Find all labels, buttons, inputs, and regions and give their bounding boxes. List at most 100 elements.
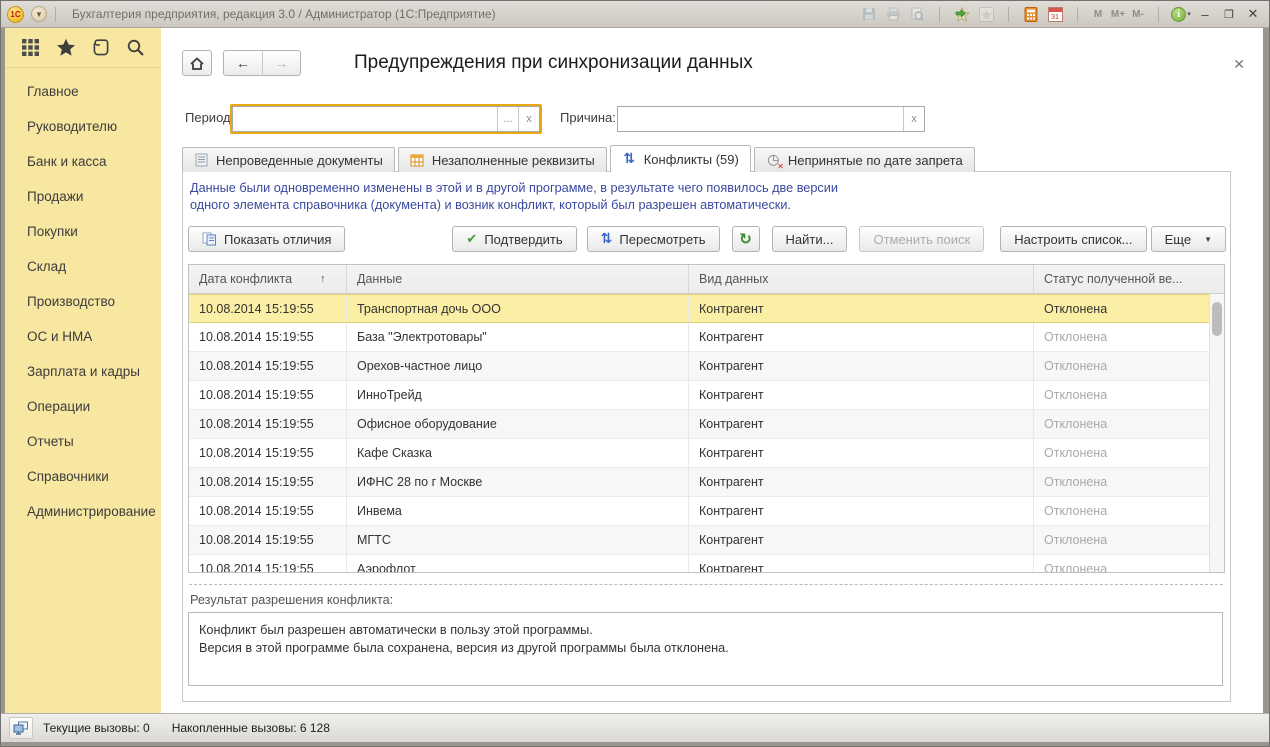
title-bar: 1С ▼ Бухгалтерия предприятия, редакция 3… (1, 1, 1269, 28)
table-row[interactable]: 10.08.2014 15:19:55 База "Электротовары"… (189, 323, 1224, 352)
column-header-type[interactable]: Вид данных (689, 265, 1034, 293)
favorites-icon (976, 5, 996, 23)
cell-status: Отклонена (1034, 555, 1224, 573)
period-input[interactable] (233, 107, 497, 131)
separator (1008, 7, 1009, 22)
table-row[interactable]: 10.08.2014 15:19:55 МГТС Контрагент Откл… (189, 526, 1224, 555)
cell-data: Орехов-частное лицо (347, 352, 689, 380)
sidebar-item-otchety[interactable]: Отчеты (5, 424, 161, 459)
conflicts-panel: Данные были одновременно изменены в этой… (182, 171, 1231, 702)
accumulated-calls-text: Накопленные вызовы: 6 128 (172, 721, 330, 735)
table-row[interactable]: 10.08.2014 15:19:55 Орехов-частное лицо … (189, 352, 1224, 381)
table-row[interactable]: 10.08.2014 15:19:55 Транспортная дочь ОО… (189, 294, 1224, 323)
sidebar-item-administrirovanie[interactable]: Администрирование (5, 494, 161, 529)
sidebar-item-glavnoe[interactable]: Главное (5, 74, 161, 109)
favorites-star-icon[interactable] (53, 35, 79, 61)
sidebar-item-operacii[interactable]: Операции (5, 389, 161, 424)
add-to-favorites-icon[interactable] (952, 5, 972, 23)
info-button[interactable]: i ▾ (1171, 5, 1191, 23)
close-window-button[interactable]: ✕ (1243, 5, 1263, 23)
search-icon[interactable] (123, 35, 149, 61)
back-button[interactable]: ← (224, 51, 262, 75)
sidebar-item-pokupki[interactable]: Покупки (5, 214, 161, 249)
home-button[interactable] (182, 50, 212, 76)
cell-status: Отклонена (1034, 526, 1224, 554)
cell-type: Контрагент (689, 468, 1034, 496)
cancel-search-button: Отменить поиск (859, 226, 984, 252)
window-title: Бухгалтерия предприятия, редакция 3.0 / … (72, 7, 859, 21)
cell-status: Отклонена (1034, 352, 1224, 380)
period-more-button[interactable]: ... (497, 107, 518, 131)
table-row[interactable]: 10.08.2014 15:19:55 ИФНС 28 по г Москве … (189, 468, 1224, 497)
maximize-button[interactable]: ❐ (1219, 5, 1239, 23)
reason-clear-button[interactable]: x (903, 107, 924, 131)
cell-status: Отклонена (1034, 381, 1224, 409)
cell-data: Кафе Сказка (347, 439, 689, 467)
cell-data: ИнноТрейд (347, 381, 689, 409)
table-row[interactable]: 10.08.2014 15:19:55 Кафе Сказка Контраге… (189, 439, 1224, 468)
separator (939, 7, 940, 22)
sections-menu: Главное Руководителю Банк и касса Продаж… (5, 68, 161, 529)
tab-unfilled-attributes[interactable]: Незаполненные реквизиты (398, 147, 607, 172)
column-header-date[interactable]: Дата конфликта ↑ (189, 265, 347, 293)
column-header-data[interactable]: Данные (347, 265, 689, 293)
scrollbar-thumb[interactable] (1212, 302, 1222, 336)
cell-type: Контрагент (689, 410, 1034, 438)
server-calls-icon[interactable] (9, 717, 33, 739)
sidebar-item-proizvodstvo[interactable]: Производство (5, 284, 161, 319)
find-button[interactable]: Найти... (772, 226, 848, 252)
reason-label: Причина: (560, 110, 616, 125)
menu-grid-icon[interactable] (18, 35, 44, 61)
cell-type: Контрагент (689, 497, 1034, 525)
conflict-result-box: Конфликт был разрешен автоматически в по… (188, 612, 1223, 686)
table-row-partial[interactable]: 10.08.2014 15:19:55 Аэрофлот Контрагент … (189, 555, 1224, 573)
current-calls-text: Текущие вызовы: 0 (43, 721, 150, 735)
history-icon[interactable] (88, 35, 114, 61)
sidebar-item-prodazhi[interactable]: Продажи (5, 179, 161, 214)
more-button[interactable]: Еще ▼ (1151, 226, 1226, 252)
period-focus-ring: ... x (230, 104, 542, 134)
system-menu-button[interactable]: ▼ (31, 6, 47, 22)
caret-down-icon: ▾ (1187, 10, 1191, 18)
sort-ascending-icon: ↑ (320, 273, 326, 285)
calendar-icon[interactable]: 31 (1045, 5, 1065, 23)
filter-row: Период: ... x Причина: x (161, 104, 1263, 134)
configure-list-button[interactable]: Настроить список... (1000, 226, 1146, 252)
cell-date: 10.08.2014 15:19:55 (189, 555, 347, 573)
reason-input[interactable] (618, 107, 903, 131)
cell-date: 10.08.2014 15:19:55 (189, 468, 347, 496)
column-header-status[interactable]: Статус полученной ве... (1034, 265, 1224, 293)
period-label: Период: (185, 110, 234, 125)
memory-m-plus-button: M+ (1110, 9, 1126, 20)
document-icon (194, 153, 209, 168)
page-title: Предупреждения при синхронизации данных (354, 52, 753, 74)
calculator-icon[interactable] (1021, 5, 1041, 23)
close-form-icon[interactable]: ✕ (1233, 56, 1245, 73)
tab-rejected-by-date[interactable]: ◷ ✕ Непринятые по дате запрета (754, 147, 975, 172)
cell-date: 10.08.2014 15:19:55 (189, 410, 347, 438)
navigation-row: ← → (182, 50, 301, 76)
tab-conflicts[interactable]: ⇅ Конфликты (59) (610, 145, 751, 172)
vertical-scrollbar[interactable] (1209, 294, 1224, 572)
sidebar-item-bank-i-kassa[interactable]: Банк и касса (5, 144, 161, 179)
minimize-button[interactable]: – (1195, 5, 1215, 23)
revise-button[interactable]: ⇅ Пересмотреть (587, 226, 720, 252)
conflict-description: Данные были одновременно изменены в этой… (190, 180, 838, 214)
sidebar-item-rukovoditelyu[interactable]: Руководителю (5, 109, 161, 144)
period-clear-button[interactable]: x (518, 107, 539, 131)
button-label: Отменить поиск (873, 232, 970, 247)
sidebar-item-os-i-nma[interactable]: ОС и НМА (5, 319, 161, 354)
sidebar-item-spravochniki[interactable]: Справочники (5, 459, 161, 494)
table-row[interactable]: 10.08.2014 15:19:55 Офисное оборудование… (189, 410, 1224, 439)
sidebar-item-zarplata-i-kadry[interactable]: Зарплата и кадры (5, 354, 161, 389)
forward-button[interactable]: → (262, 51, 300, 75)
tab-unposted-documents[interactable]: Непроведенные документы (182, 147, 395, 172)
confirm-button[interactable]: ✔ Подтвердить (452, 226, 576, 252)
table-row[interactable]: 10.08.2014 15:19:55 ИнноТрейд Контрагент… (189, 381, 1224, 410)
titlebar-toolbar: 31 M M+ M- i ▾ – ❐ ✕ (859, 5, 1263, 23)
show-differences-button[interactable]: Показать отличия (188, 226, 345, 252)
table-row[interactable]: 10.08.2014 15:19:55 Инвема Контрагент От… (189, 497, 1224, 526)
refresh-button[interactable]: ↻ (732, 226, 760, 252)
cell-date: 10.08.2014 15:19:55 (189, 323, 347, 351)
sidebar-item-sklad[interactable]: Склад (5, 249, 161, 284)
